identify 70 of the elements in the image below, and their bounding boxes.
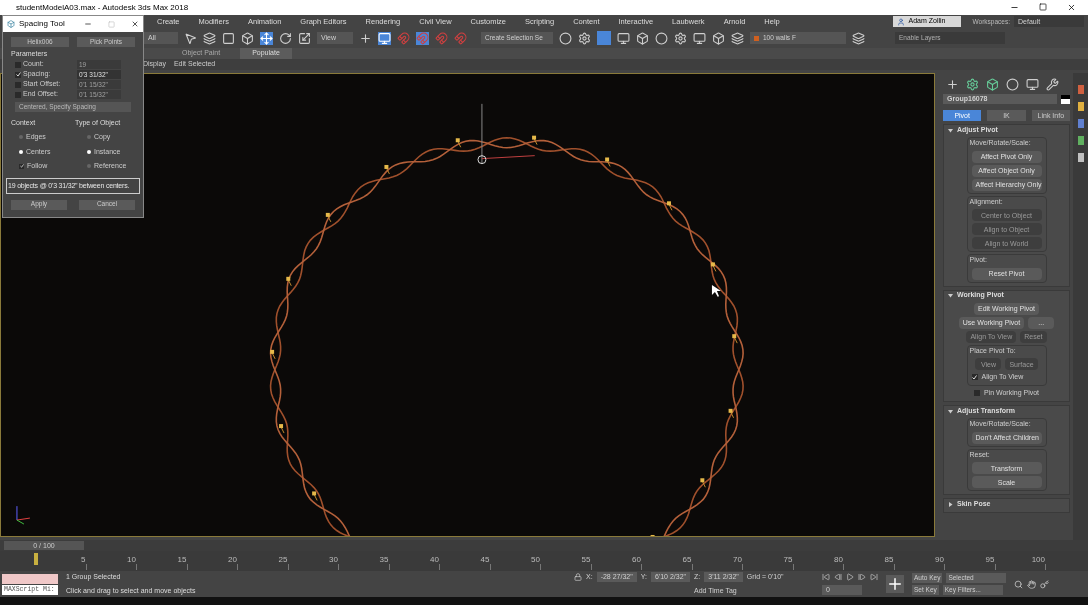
timeline-tick-label: 95 — [985, 556, 996, 564]
window-title: studentModelA03.max - Autodesk 3ds Max 2018 — [16, 1, 189, 14]
checkbox-box[interactable] — [19, 163, 24, 169]
select-icon[interactable] — [184, 31, 197, 45]
checkbox-box[interactable] — [15, 61, 21, 68]
modify-icon[interactable] — [966, 78, 979, 91]
zoom-icon[interactable] — [1014, 579, 1024, 589]
timeline-tick-label: 25 — [278, 556, 289, 564]
rectangle-selection-icon[interactable] — [222, 31, 235, 45]
checkbox-box[interactable] — [973, 389, 980, 396]
timeline-tick-label: 60 — [632, 556, 642, 564]
user-icon — [896, 17, 905, 26]
angle-snap-icon[interactable] — [416, 31, 429, 45]
axis-tripod-icon — [16, 505, 31, 525]
display-icon[interactable] — [1026, 78, 1039, 91]
maximize-icon[interactable] — [1039, 3, 1047, 11]
check-icon — [15, 72, 21, 77]
pan-icon[interactable] — [1027, 579, 1037, 589]
rotate-icon[interactable] — [279, 31, 292, 45]
play-icon[interactable] — [846, 572, 854, 581]
timeline-tick-label: 15 — [177, 556, 188, 564]
timeline-tick-label: 40 — [430, 556, 440, 564]
checkbox-box[interactable] — [15, 81, 21, 88]
caret-icon — [948, 127, 953, 133]
timeline-tick-label: 90 — [935, 556, 945, 564]
create-icon[interactable] — [946, 78, 959, 91]
check-icon — [19, 164, 24, 169]
scale-icon[interactable] — [298, 31, 311, 45]
mouse-cursor-icon — [711, 285, 721, 298]
checkbox-box[interactable] — [15, 91, 21, 98]
close-icon[interactable] — [1067, 3, 1076, 12]
current-frame-marker — [34, 553, 38, 565]
checkbox-box[interactable] — [971, 374, 978, 381]
timeline-tick-label: 55 — [581, 556, 592, 564]
check-icon — [972, 374, 977, 380]
go-to-end-icon[interactable] — [870, 572, 878, 581]
timeline-tick-label: 100 — [1031, 556, 1046, 564]
move-icon[interactable] — [260, 31, 273, 45]
render-setup-icon[interactable] — [674, 31, 687, 45]
timeline-track[interactable]: 5 10 15 20 25 30 35 40 45 50 55 60 65 70 75 80 85 90 95 100 — [0, 551, 1088, 571]
go-to-start-icon[interactable] — [822, 572, 830, 581]
previous-frame-icon[interactable] — [834, 572, 842, 581]
layer-explorer-icon[interactable] — [852, 31, 865, 45]
timeline-tick-label: 35 — [379, 556, 390, 564]
timeline-tick-label: 65 — [682, 556, 693, 564]
layer-icon[interactable] — [731, 31, 744, 45]
toggle-icon[interactable] — [597, 31, 611, 45]
lock-icon[interactable] — [574, 572, 582, 581]
caret-icon — [948, 408, 953, 414]
timeline-tick-label: 50 — [531, 556, 541, 564]
timeline-tick-label: 85 — [884, 556, 895, 564]
gizmo-icon[interactable] — [477, 103, 536, 165]
caret-icon — [948, 501, 953, 507]
maxscript-listener[interactable] — [2, 573, 58, 584]
timeline-tick-label: 75 — [783, 556, 794, 564]
app-icon — [7, 20, 15, 28]
dialog-title: Spacing Tool — [19, 18, 65, 30]
timeline-tick-label: 45 — [480, 556, 491, 564]
timeline-tick-label: 5 — [81, 556, 87, 564]
timeline-tick-label: 30 — [329, 556, 339, 564]
utilities-icon[interactable] — [1046, 78, 1059, 91]
timeline-tick-label: 80 — [834, 556, 844, 564]
caret-icon — [948, 293, 953, 298]
close-icon[interactable] — [131, 20, 139, 28]
checkbox-box[interactable] — [15, 71, 21, 78]
timeline-tick-label: 20 — [228, 556, 238, 564]
object-color-swatch[interactable] — [1061, 94, 1070, 104]
timeline-tick-label: 70 — [733, 556, 743, 564]
next-frame-icon[interactable] — [858, 572, 866, 581]
timeline-tick-label: 10 — [127, 556, 137, 564]
